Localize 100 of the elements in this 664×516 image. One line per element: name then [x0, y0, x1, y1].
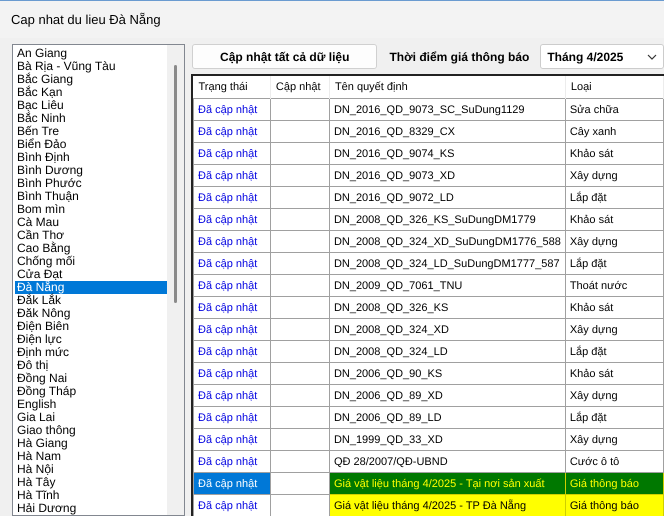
name-cell: DN_2006_QD_89_XD: [329, 384, 566, 406]
list-item[interactable]: Bình Phước: [15, 177, 167, 190]
list-item[interactable]: Giao thông: [15, 424, 167, 437]
status-cell: Đã cập nhật: [194, 406, 270, 428]
type-cell: Lắp đặt: [565, 186, 664, 208]
name-cell: DN_2016_QD_9073_XD: [329, 164, 566, 186]
list-item[interactable]: Bắc Giang: [15, 73, 167, 86]
scrollbar[interactable]: [167, 45, 184, 515]
type-cell: Khảo sát: [565, 208, 664, 230]
name-cell: DN_1999_QD_33_XD: [329, 428, 566, 450]
price-time-dropdown[interactable]: Tháng 4/2025: [540, 44, 664, 69]
list-item[interactable]: Hà Tây: [15, 476, 167, 489]
update-cell[interactable]: [270, 362, 330, 384]
list-item[interactable]: Bà Rịa - Vũng Tàu: [15, 60, 167, 73]
list-item[interactable]: Điện Biên: [15, 320, 167, 333]
status-cell: Đã cập nhật: [194, 98, 270, 120]
name-cell: DN_2006_QD_90_KS: [329, 362, 566, 384]
list-item[interactable]: Bắc Ninh: [15, 112, 167, 125]
list-item[interactable]: An Giang: [15, 47, 167, 60]
list-item[interactable]: Bắc Kạn: [15, 86, 167, 99]
update-cell[interactable]: [270, 164, 330, 186]
list-item[interactable]: English: [15, 398, 167, 411]
update-cell[interactable]: [270, 318, 330, 340]
type-cell: Lắp đặt: [565, 406, 664, 428]
status-cell: Đã cập nhật: [194, 208, 270, 230]
name-cell: Giá vật liệu tháng 4/2025 - Tại nơi sản xuất: [329, 472, 566, 494]
list-item[interactable]: Hà Nam: [15, 450, 167, 463]
status-cell: Đã cập nhật: [194, 384, 270, 406]
update-cell[interactable]: [270, 252, 330, 274]
name-cell: DN_2016_QD_8329_CX: [329, 120, 566, 142]
name-cell: DN_2008_QD_324_LD_SuDungDM1777_587: [329, 252, 566, 274]
update-cell[interactable]: [270, 296, 330, 318]
type-cell: Khảo sát: [565, 142, 664, 164]
name-cell: DN_2008_QD_326_KS_SuDungDM1779: [329, 208, 566, 230]
name-cell: DN_2016_QD_9072_LD: [329, 186, 566, 208]
list-item[interactable]: Biển Đảo: [15, 138, 167, 151]
type-cell: Xây dựng: [565, 230, 664, 252]
status-cell: Đã cập nhật: [194, 252, 270, 274]
update-cell[interactable]: [270, 208, 330, 230]
list-item[interactable]: Hà Giang: [15, 437, 167, 450]
list-item[interactable]: Bình Dương: [15, 164, 167, 177]
name-cell: DN_2008_QD_326_KS: [329, 296, 566, 318]
list-item[interactable]: Điện lực: [15, 333, 167, 346]
list-item[interactable]: Hải Dương: [15, 502, 167, 515]
list-item[interactable]: Bình Định: [15, 151, 167, 164]
window-title: Cap nhat du lieu Đà Nẵng: [11, 12, 161, 27]
name-cell: DN_2008_QD_324_XD_SuDungDM1776_588: [329, 230, 566, 252]
list-item[interactable]: Định mức: [15, 346, 167, 359]
list-item[interactable]: Đồng Tháp: [15, 385, 167, 398]
type-cell: Xây dựng: [565, 164, 664, 186]
update-cell[interactable]: [270, 274, 330, 296]
name-cell: DN_2008_QD_324_LD: [329, 340, 566, 362]
update-cell[interactable]: [270, 230, 330, 252]
list-item[interactable]: Đăk Nông: [15, 307, 167, 320]
update-cell[interactable]: [270, 384, 330, 406]
list-item[interactable]: Bình Thuận: [15, 190, 167, 203]
list-item[interactable]: Cửa Đạt: [15, 268, 167, 281]
list-item[interactable]: Gia Lai: [15, 411, 167, 424]
column-header[interactable]: Tên quyết định: [329, 76, 566, 98]
update-cell[interactable]: [270, 120, 330, 142]
price-time-label: Thời điểm giá thông báo: [389, 50, 530, 64]
chevron-down-icon: [647, 54, 657, 60]
status-cell: Đã cập nhật: [194, 472, 270, 494]
list-item[interactable]: Đô thị: [15, 359, 167, 372]
list-item[interactable]: Hà Tĩnh: [15, 489, 167, 502]
update-cell[interactable]: [270, 406, 330, 428]
column-header[interactable]: Trạng thái: [194, 76, 270, 98]
update-cell[interactable]: [270, 472, 330, 494]
name-cell: DN_2006_QD_89_LD: [329, 406, 566, 428]
status-cell: Đã cập nhật: [194, 186, 270, 208]
list-item[interactable]: Cao Bằng: [15, 242, 167, 255]
list-item[interactable]: Chống mối: [15, 255, 167, 268]
list-item[interactable]: Đà Nẵng: [15, 281, 167, 294]
type-cell: Lắp đặt: [565, 340, 664, 362]
type-cell: Thoát nước: [565, 274, 664, 296]
update-cell[interactable]: [270, 340, 330, 362]
update-cell[interactable]: [270, 450, 330, 472]
update-cell[interactable]: [270, 142, 330, 164]
status-cell: Đã cập nhật: [194, 142, 270, 164]
list-item[interactable]: Bom mìn: [15, 203, 167, 216]
column-header[interactable]: Loại: [565, 76, 664, 98]
update-cell[interactable]: [270, 186, 330, 208]
name-cell: DN_2008_QD_324_XD: [329, 318, 566, 340]
type-cell: Khảo sát: [565, 362, 664, 384]
list-item[interactable]: Bạc Liêu: [15, 99, 167, 112]
list-item[interactable]: Cần Thơ: [15, 229, 167, 242]
update-cell[interactable]: [270, 98, 330, 120]
list-item[interactable]: Cà Mau: [15, 216, 167, 229]
name-cell: DN_2009_QD_7061_TNU: [329, 274, 566, 296]
list-item[interactable]: Đắk Lắk: [15, 294, 167, 307]
list-item[interactable]: Hà Nội: [15, 463, 167, 476]
type-cell: Xây dựng: [565, 384, 664, 406]
update-all-button[interactable]: Cập nhật tất cả dữ liệu: [192, 44, 378, 69]
column-header[interactable]: Cập nhật: [270, 76, 330, 98]
status-cell: Đã cập nhật: [194, 340, 270, 362]
list-item[interactable]: Đồng Nai: [15, 372, 167, 385]
status-cell: Đã cập nhật: [194, 230, 270, 252]
list-item[interactable]: Bến Tre: [15, 125, 167, 138]
status-cell: Đã cập nhật: [194, 120, 270, 142]
update-cell[interactable]: [270, 428, 330, 450]
